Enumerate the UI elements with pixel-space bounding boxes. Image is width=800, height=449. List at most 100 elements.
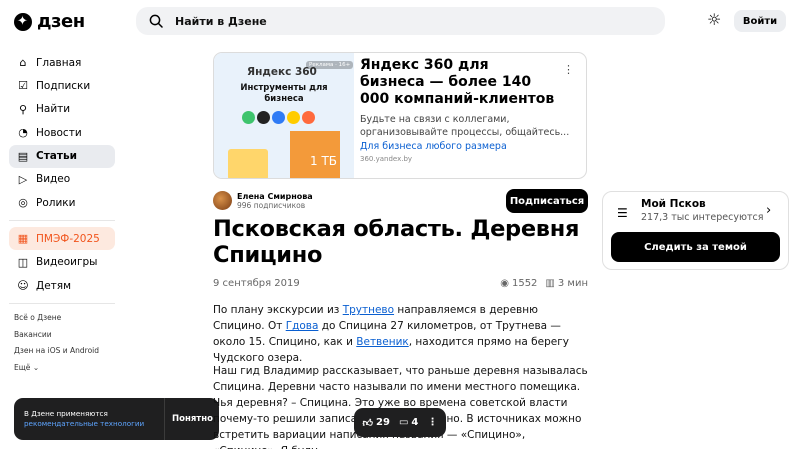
- shorts-icon: ◎: [18, 196, 28, 210]
- chevron-down-icon: ⌄: [32, 362, 40, 372]
- ad-title[interactable]: Яндекс 360 для бизнеса — более 140 000 к…: [360, 57, 555, 108]
- sidebar-item-promo[interactable]: ▦ ПМЭФ-2025: [9, 227, 115, 251]
- logo-text: дзен: [37, 11, 85, 32]
- cookie-link[interactable]: рекомендательные технологии: [24, 419, 164, 429]
- article-paragraph: По плану экскурсии из Трутнево направляе…: [213, 302, 589, 366]
- cookie-banner: В Дзене применяются рекомендательные тех…: [14, 398, 219, 440]
- link-trutnevo[interactable]: Трутнево: [343, 304, 394, 316]
- sidebar-item-label: Статьи: [36, 150, 77, 163]
- sidebar-item-subscriptions[interactable]: ☑ Подписки: [9, 74, 115, 97]
- gamepad-icon: ◫: [17, 255, 29, 269]
- more-vertical-icon[interactable]: ⋮: [563, 63, 574, 76]
- sidebar-item-label: Видеоигры: [36, 256, 98, 269]
- footer-link-jobs[interactable]: Вакансии: [14, 327, 115, 344]
- link-vetvenik[interactable]: Ветвеник: [356, 336, 408, 348]
- ad-image[interactable]: Яндекс 360 Реклама · 16+ Инструменты для…: [214, 53, 354, 178]
- avatar[interactable]: [213, 191, 232, 210]
- article-title: Псковская область. Деревня Спицино: [213, 216, 580, 268]
- chevron-right-icon[interactable]: ›: [766, 203, 771, 218]
- articles-icon: ▤: [17, 149, 29, 163]
- footer-links: Всё о Дзене Вакансии Дзен на iOS и Andro…: [9, 310, 115, 376]
- app-icon: [257, 111, 270, 124]
- sidebar-item-label: Найти: [36, 103, 71, 116]
- video-icon: ▷: [18, 172, 28, 186]
- author-name[interactable]: Елена Смирнова: [237, 192, 313, 201]
- sidebar-item-label: Главная: [36, 56, 82, 69]
- ad-label: Реклама · 16+: [306, 61, 354, 69]
- ad-app-icons: [242, 111, 315, 124]
- channel-card: ☰ Мой Псков 217,3 тыс интересуются › Сле…: [602, 191, 789, 270]
- channel-followers: 217,3 тыс интересуются: [641, 212, 764, 223]
- article-stats: ◉ 1552 ▥ 3 мин: [500, 278, 588, 289]
- comment-icon: ▭: [398, 417, 409, 428]
- ad-cta-link[interactable]: Для бизнеса любого размера: [360, 141, 576, 152]
- sidebar-item-label: Новости: [36, 126, 82, 139]
- likes-count: 29: [375, 417, 390, 428]
- folder-icon: [228, 149, 268, 178]
- like-button[interactable]: 👍︎ 29: [363, 417, 390, 429]
- author-block[interactable]: Елена Смирнова 996 подписчиков: [213, 191, 313, 210]
- divider: [9, 220, 115, 222]
- eye-icon: ◉: [500, 278, 509, 289]
- footer-link-more[interactable]: Ещё ⌄: [14, 360, 115, 377]
- footer-link-about[interactable]: Всё о Дзене: [14, 310, 115, 327]
- login-button[interactable]: Войти: [734, 10, 786, 32]
- sidebar-item-label: ПМЭФ-2025: [36, 232, 100, 245]
- channel-name[interactable]: Мой Псков: [641, 198, 706, 210]
- ad-card[interactable]: Яндекс 360 Реклама · 16+ Инструменты для…: [213, 52, 587, 179]
- dzen-logo-icon: [14, 12, 32, 31]
- thumbs-up-icon: 👍︎: [362, 417, 373, 429]
- views-stat: ◉ 1552: [500, 278, 537, 289]
- cookie-accept-button[interactable]: Понятно: [165, 414, 213, 424]
- sidebar-item-news[interactable]: ◔ Новости: [9, 121, 115, 144]
- app-icon: [242, 111, 255, 124]
- search-input[interactable]: Найти в Дзене: [136, 7, 665, 35]
- sidebar-item-kids[interactable]: ☺ Детям: [9, 274, 115, 297]
- read-time: 3 мин: [557, 278, 588, 289]
- comments-count: 4: [411, 417, 419, 428]
- action-bar: 👍︎ 29 ▭ 4 ⋮: [354, 408, 446, 437]
- sidebar: ⌂ Главная ☑ Подписки ⚲ Найти ◔ Новости ▤…: [9, 51, 115, 376]
- sidebar-item-label: Ролики: [36, 196, 76, 209]
- author-subscribers: 996 подписчиков: [237, 200, 306, 210]
- sidebar-item-home[interactable]: ⌂ Главная: [9, 51, 115, 74]
- comments-button[interactable]: ▭ 4: [399, 417, 418, 428]
- ad-image-size: 1 ТБ: [310, 154, 338, 168]
- views-count: 1552: [511, 278, 538, 289]
- app-icon: [287, 111, 300, 124]
- app-icon: [302, 111, 315, 124]
- read-time-stat: ▥ 3 мин: [545, 278, 588, 289]
- article-meta: 9 сентября 2019 ◉ 1552 ▥ 3 мин: [213, 278, 588, 289]
- sidebar-item-label: Подписки: [36, 79, 91, 92]
- sidebar-item-video[interactable]: ▷ Видео: [9, 168, 115, 191]
- ad-body: Яндекс 360 для бизнеса — более 140 000 к…: [354, 53, 586, 178]
- search-placeholder: Найти в Дзене: [175, 14, 267, 28]
- home-icon: ⌂: [19, 56, 27, 69]
- cookie-text: В Дзене применяются рекомендательные тех…: [14, 409, 164, 429]
- footer-link-apps[interactable]: Дзен на iOS и Android: [14, 343, 115, 360]
- footer-link-more-label: Ещё: [14, 362, 31, 372]
- sidebar-item-shorts[interactable]: ◎ Ролики: [9, 191, 115, 214]
- subscriptions-icon: ☑: [18, 79, 28, 93]
- more-vertical-icon[interactable]: ⋮: [427, 417, 437, 428]
- news-icon: ◔: [18, 126, 28, 140]
- sidebar-item-games[interactable]: ◫ Видеоигры: [9, 251, 115, 274]
- sidebar-item-label: Детям: [36, 279, 72, 292]
- kids-icon: ☺: [17, 279, 29, 293]
- ad-description: Будьте на связи с коллегами, организовыв…: [360, 114, 570, 138]
- sidebar-item-search[interactable]: ⚲ Найти: [9, 98, 115, 121]
- sidebar-item-label: Видео: [36, 173, 71, 186]
- logo[interactable]: дзен: [14, 11, 85, 32]
- search-icon: [149, 14, 163, 28]
- cookie-message: В Дзене применяются: [24, 409, 108, 418]
- sidebar-item-articles[interactable]: ▤ Статьи: [9, 144, 115, 168]
- search-icon: ⚲: [18, 102, 28, 116]
- divider: [9, 303, 115, 305]
- follow-topic-button[interactable]: Следить за темой: [611, 232, 780, 262]
- subscribe-button[interactable]: Подписаться: [506, 189, 588, 213]
- link-gdov[interactable]: Гдова: [286, 320, 319, 332]
- menu-icon: ☰: [617, 206, 628, 220]
- ad-image-headline: Инструменты для бизнеса: [240, 83, 328, 104]
- article-date: 9 сентября 2019: [213, 278, 300, 289]
- sun-icon[interactable]: ☼: [707, 12, 721, 28]
